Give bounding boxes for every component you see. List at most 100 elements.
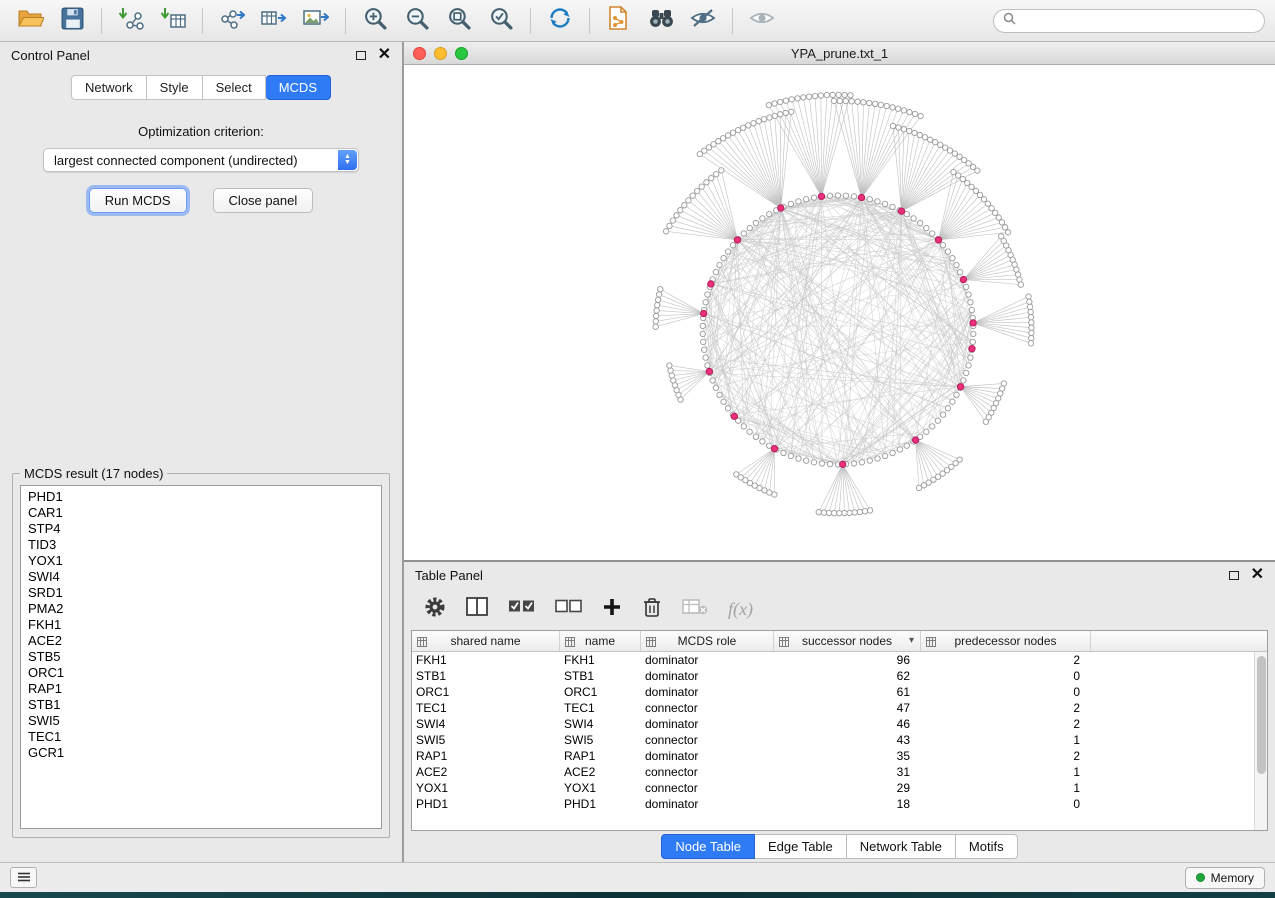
table-row[interactable]: YOX1YOX1connector291: [412, 780, 1254, 796]
table-row[interactable]: TEC1TEC1connector472: [412, 700, 1254, 716]
cell-shared-name: STB1: [412, 669, 560, 683]
zoom-selected-button[interactable]: [481, 5, 521, 37]
close-panel-icon[interactable]: ✕: [378, 49, 391, 61]
criterion-dropdown[interactable]: largest connected component (undirected)…: [43, 148, 359, 172]
column-header-shared-name[interactable]: shared name: [412, 631, 560, 651]
tab-select[interactable]: Select: [203, 75, 266, 100]
save-session-button[interactable]: [52, 5, 92, 37]
deselect-all-button[interactable]: [555, 599, 582, 619]
result-node[interactable]: ACE2: [28, 633, 381, 649]
hide-results-button[interactable]: [683, 5, 723, 37]
open-session-button[interactable]: [10, 5, 50, 37]
column-header-name[interactable]: name: [560, 631, 641, 651]
status-menu-button[interactable]: [10, 867, 37, 888]
network-canvas[interactable]: [404, 65, 1275, 560]
select-all-button[interactable]: [508, 599, 535, 619]
column-attribute-icon: [565, 636, 575, 650]
table-row[interactable]: SWI5SWI5connector431: [412, 732, 1254, 748]
result-node[interactable]: STB5: [28, 649, 381, 665]
column-header-successor-nodes[interactable]: successor nodes ▾: [774, 631, 921, 651]
apply-layout-button[interactable]: [540, 5, 580, 37]
result-node[interactable]: YOX1: [28, 553, 381, 569]
close-panel-button[interactable]: Close panel: [213, 188, 314, 213]
result-node[interactable]: CAR1: [28, 505, 381, 521]
zoom-out-button[interactable]: [397, 5, 437, 37]
table-row[interactable]: STB1STB1dominator620: [412, 668, 1254, 684]
import-table-button[interactable]: [153, 5, 193, 37]
tab-network-table[interactable]: Network Table: [847, 834, 956, 859]
share-document-button[interactable]: [599, 5, 639, 37]
tab-motifs[interactable]: Motifs: [956, 834, 1018, 859]
show-results-button[interactable]: [742, 5, 782, 37]
network-window: YPA_prune.txt_1: [404, 42, 1275, 562]
export-table-button[interactable]: [254, 5, 294, 37]
table-row[interactable]: SWI4SWI4dominator462: [412, 716, 1254, 732]
result-node[interactable]: GCR1: [28, 745, 381, 761]
search-box[interactable]: [993, 9, 1265, 33]
float-table-panel-icon[interactable]: [1229, 571, 1239, 580]
search-input[interactable]: [1022, 14, 1255, 28]
cell-mcds-role: dominator: [641, 717, 774, 731]
result-node[interactable]: PHD1: [28, 489, 381, 505]
maximize-window-button[interactable]: [455, 47, 468, 60]
table-mode-button[interactable]: [424, 596, 446, 623]
toolbar-separator: [202, 8, 203, 34]
result-node[interactable]: TID3: [28, 537, 381, 553]
mcds-result-group: MCDS result (17 nodes) PHD1CAR1STP4TID3Y…: [12, 466, 390, 838]
tab-network[interactable]: Network: [71, 75, 147, 100]
table-row[interactable]: ACE2ACE2connector311: [412, 764, 1254, 780]
zoom-fit-button[interactable]: [439, 5, 479, 37]
plus-icon: [602, 597, 622, 622]
column-attribute-icon: [779, 636, 789, 650]
minimize-window-button[interactable]: [434, 47, 447, 60]
sort-indicator-icon[interactable]: ▾: [909, 635, 914, 646]
close-window-button[interactable]: [413, 47, 426, 60]
memory-button[interactable]: Memory: [1185, 867, 1265, 889]
cell-shared-name: ORC1: [412, 685, 560, 699]
import-table-icon: [160, 6, 186, 35]
result-node[interactable]: STB1: [28, 697, 381, 713]
cell-predecessor-nodes: 0: [921, 797, 1091, 811]
tab-node-table[interactable]: Node Table: [661, 834, 755, 859]
table-row[interactable]: FKH1FKH1dominator962: [412, 652, 1254, 668]
export-image-button[interactable]: [296, 5, 336, 37]
tab-style[interactable]: Style: [147, 75, 203, 100]
checked-boxes-icon: [508, 599, 535, 619]
result-node[interactable]: SRD1: [28, 585, 381, 601]
result-node[interactable]: ORC1: [28, 665, 381, 681]
delete-table-icon: [682, 598, 708, 621]
float-panel-icon[interactable]: [356, 51, 366, 60]
result-node[interactable]: SWI4: [28, 569, 381, 585]
column-header-label: successor nodes: [802, 634, 892, 648]
result-node[interactable]: TEC1: [28, 729, 381, 745]
find-button[interactable]: [641, 5, 681, 37]
cell-name: YOX1: [560, 781, 641, 795]
export-network-button[interactable]: [212, 5, 252, 37]
result-node[interactable]: STP4: [28, 521, 381, 537]
create-column-button[interactable]: [602, 597, 622, 622]
import-network-button[interactable]: [111, 5, 151, 37]
column-header-predecessor-nodes[interactable]: predecessor nodes: [921, 631, 1091, 651]
tab-mcds[interactable]: MCDS: [266, 75, 331, 100]
column-header-mcds-role[interactable]: MCDS role: [641, 631, 774, 651]
cell-successor-nodes: 43: [774, 733, 921, 747]
table-row[interactable]: ORC1ORC1dominator610: [412, 684, 1254, 700]
result-node[interactable]: RAP1: [28, 681, 381, 697]
cell-predecessor-nodes: 2: [921, 749, 1091, 763]
result-node[interactable]: FKH1: [28, 617, 381, 633]
show-columns-button[interactable]: [466, 597, 488, 621]
table-row[interactable]: PHD1PHD1dominator180: [412, 796, 1254, 812]
cell-name: PHD1: [560, 797, 641, 811]
mcds-result-list[interactable]: PHD1CAR1STP4TID3YOX1SWI4SRD1PMA2FKH1ACE2…: [20, 485, 382, 829]
table-row[interactable]: RAP1RAP1dominator352: [412, 748, 1254, 764]
delete-columns-button[interactable]: [642, 596, 662, 623]
table-vertical-scrollbar[interactable]: [1254, 652, 1267, 830]
run-mcds-button[interactable]: Run MCDS: [89, 188, 187, 213]
scrollbar-thumb[interactable]: [1257, 656, 1266, 774]
result-node[interactable]: PMA2: [28, 601, 381, 617]
zoom-in-button[interactable]: [355, 5, 395, 37]
tab-edge-table[interactable]: Edge Table: [755, 834, 847, 859]
result-node[interactable]: SWI5: [28, 713, 381, 729]
close-table-panel-icon[interactable]: ✕: [1251, 569, 1264, 581]
column-header-filler: [1091, 631, 1254, 651]
